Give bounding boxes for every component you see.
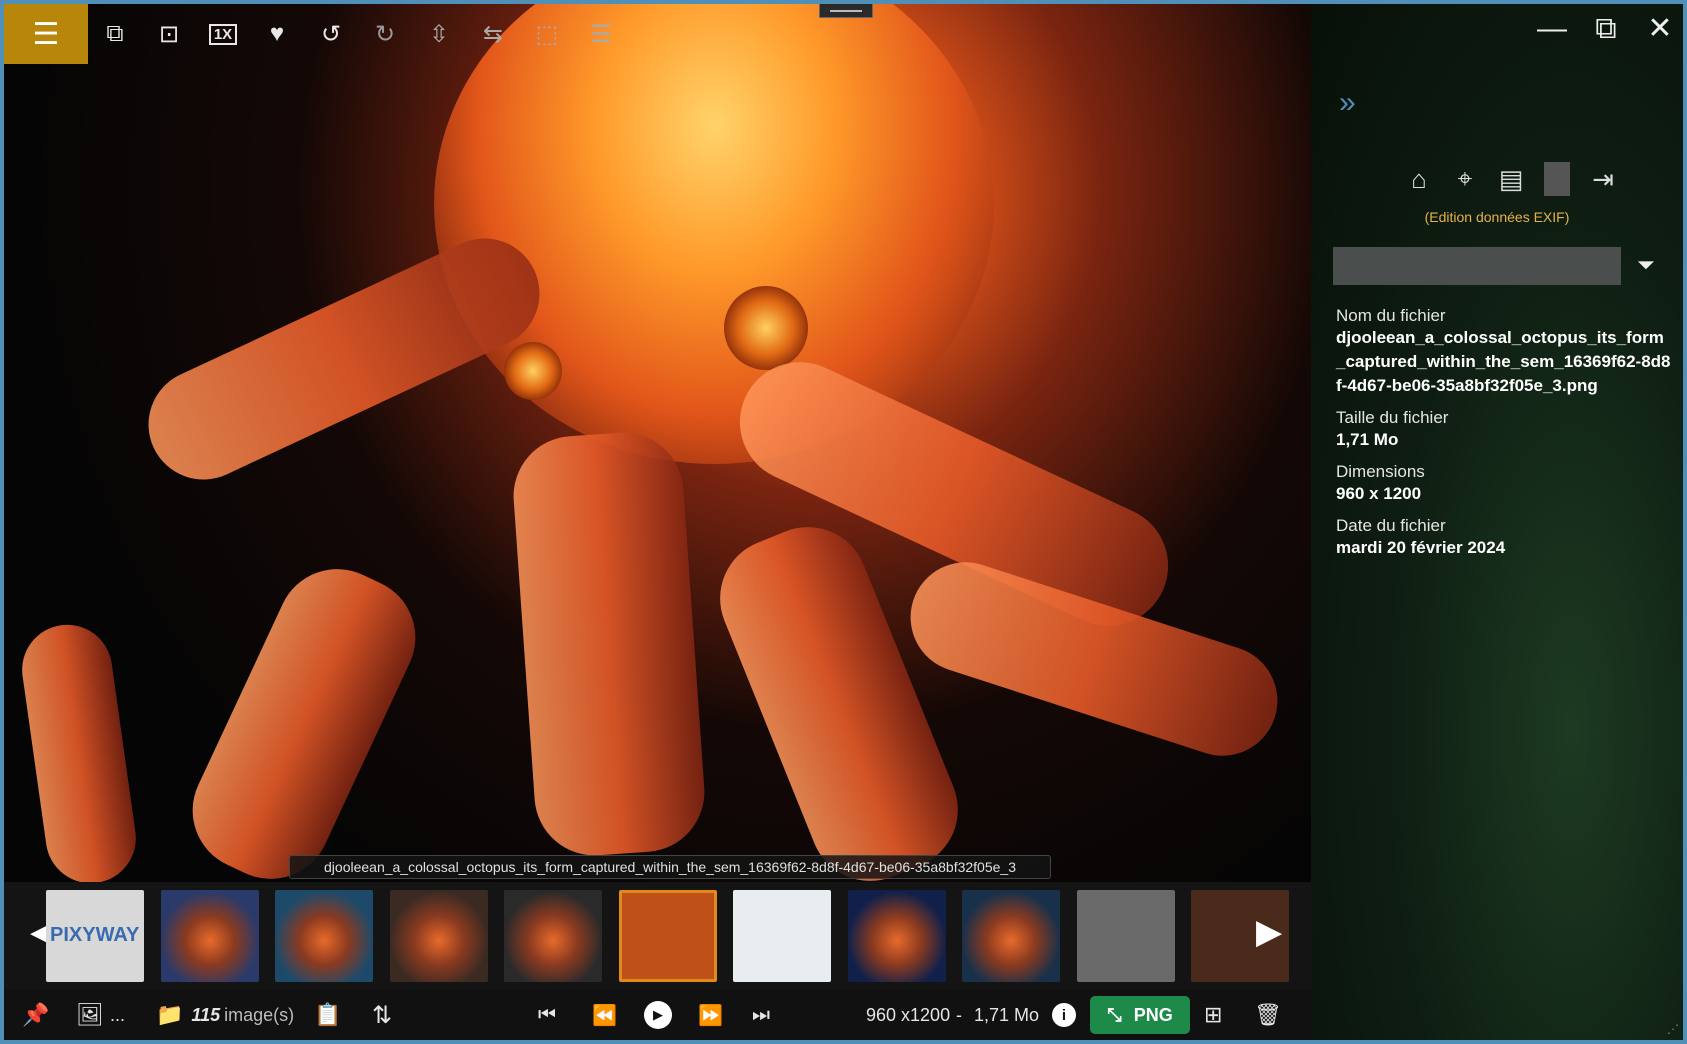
info-panel: — ⧉ ✕ » ⌂ ⌖ ▤ ⇥ (Edition données EXIF) ⏷…: [1311, 4, 1683, 1040]
filesize-value: 1,71 Mo: [1336, 430, 1399, 449]
collapse-panel-icon[interactable]: »: [1339, 86, 1356, 120]
crop-icon[interactable]: ⬚: [520, 4, 574, 64]
dinosaur-thumb[interactable]: [733, 890, 831, 982]
previous-image-icon[interactable]: ⏪: [592, 990, 617, 1040]
flip-vertical-icon[interactable]: ⇳: [412, 4, 466, 64]
delete-icon[interactable]: 🗑: [1254, 990, 1282, 1040]
panel-tools: ⌂ ⌖ ▤ ⇥: [1406, 162, 1616, 196]
rotate-left-icon[interactable]: ↺: [304, 4, 358, 64]
location-pin-icon[interactable]: ⌖: [1452, 163, 1478, 195]
folder-icon: 📁: [156, 1002, 184, 1027]
tentacle: [16, 619, 142, 889]
folder-button[interactable]: 📁 115 image(s): [156, 990, 294, 1040]
octopus-eye-left: [504, 342, 562, 400]
wallpaper-icon[interactable]: ⊞: [1204, 990, 1222, 1040]
fit-screen-icon[interactable]: ⊡: [142, 4, 196, 64]
tentacle: [509, 428, 709, 860]
tentacle: [702, 509, 976, 899]
scroll-right-icon[interactable]: ▶: [1256, 912, 1282, 952]
octopus-globe-thumb-3[interactable]: [389, 890, 488, 982]
dimensions-label: Dimensions: [1336, 462, 1425, 481]
zoom-1x-icon: 1X: [208, 23, 238, 45]
next-image-icon[interactable]: ⏩: [698, 990, 723, 1040]
adjust-icon[interactable]: ☰: [574, 4, 628, 64]
restore-icon[interactable]: ⧉: [1591, 14, 1621, 44]
format-convert-button[interactable]: ⤡ PNG: [1090, 996, 1190, 1034]
resize-grip-icon[interactable]: ⋰: [1667, 1022, 1679, 1036]
minimize-icon[interactable]: —: [1537, 14, 1567, 44]
flip-horizontal-icon[interactable]: ⇆: [466, 4, 520, 64]
octopus-globe-thumb-2[interactable]: [275, 890, 373, 982]
filesize-label: Taille du fichier: [1336, 408, 1449, 427]
clipboard-icon[interactable]: 📋: [314, 990, 341, 1040]
gallery-button[interactable]: 🖼 ...: [76, 990, 125, 1040]
image-size: 1,71 Mo: [974, 1004, 1040, 1025]
window-controls: — ⧉ ✕: [1537, 14, 1675, 44]
close-icon[interactable]: ✕: [1645, 14, 1675, 44]
octopus-eye-right: [724, 286, 808, 370]
thumbnail-strip: ◀ PIXYWAY ▶: [4, 882, 1311, 990]
filedate-value: mardi 20 février 2024: [1336, 538, 1506, 557]
gallery-more: ...: [109, 1004, 125, 1025]
toolbar-grip-handle[interactable]: [819, 4, 873, 18]
thumb-logo-text: PIXYWAY: [50, 924, 140, 946]
clean-brush-icon[interactable]: ⌂: [1406, 164, 1432, 195]
filedate-label: Date du fichier: [1336, 516, 1446, 535]
filename-value: djooleean_a_colossal_octopus_its_form_ca…: [1336, 328, 1671, 395]
octopus-globe-thumb-1[interactable]: [160, 890, 259, 982]
rotate-right-icon[interactable]: ↻: [358, 4, 412, 64]
divider: [1544, 162, 1570, 196]
play-button[interactable]: ▶: [644, 990, 672, 1040]
filter-icon[interactable]: ⏷: [1637, 252, 1655, 278]
status-bar: 📌 🖼 ... 📁 115 image(s) 📋 ⇅ ⏮ ⏪ ▶ ⏩ ⏭ 960…: [4, 990, 1311, 1040]
file-info: Nom du fichier djooleean_a_colossal_octo…: [1336, 306, 1671, 560]
last-image-icon[interactable]: ⏭: [752, 990, 770, 1040]
format-label: PNG: [1133, 1004, 1173, 1025]
image-dimensions: 960 x1200: [866, 1004, 951, 1025]
exif-edit-label: (Edition données EXIF): [1424, 209, 1570, 225]
gallery-icon: 🖼: [76, 1002, 104, 1027]
info-icon: i: [1052, 1003, 1076, 1027]
export-icon[interactable]: ⇥: [1590, 164, 1616, 195]
legs-thumb[interactable]: [1076, 890, 1175, 982]
first-image-icon[interactable]: ⏮: [538, 990, 556, 1040]
metadata-search-input[interactable]: [1333, 247, 1621, 285]
crop-convert-icon: ⤡: [1107, 1004, 1122, 1025]
menu-button[interactable]: ☰: [4, 4, 88, 64]
top-toolbar: ☰ ⧉ ⊡ 1X ♥ ↺ ↻ ⇳ ⇆ ⬚ ☰: [4, 4, 628, 64]
octopus-thumb-selected[interactable]: [618, 890, 717, 982]
octopus-globe-thumb-5[interactable]: [847, 890, 946, 982]
play-icon: ▶: [644, 1001, 672, 1029]
octopus-globe-thumb-4[interactable]: [504, 890, 602, 982]
dimensions-value: 960 x 1200: [1336, 484, 1422, 503]
image-count: 115: [191, 1004, 221, 1025]
zoom-1x-button[interactable]: 1X: [196, 4, 250, 64]
image-count-unit: image(s): [224, 1004, 295, 1025]
menu-icon: ☰: [32, 17, 60, 51]
separator: -: [956, 1004, 962, 1025]
clipboard-icon[interactable]: ▤: [1498, 164, 1524, 195]
filename-caption: djooleean_a_colossal_octopus_its_form_ca…: [289, 855, 1051, 879]
info-button[interactable]: i: [1052, 990, 1076, 1040]
pin-icon[interactable]: 📌: [22, 990, 49, 1040]
image-viewer-window: ☰ ⧉ ⊡ 1X ♥ ↺ ↻ ⇳ ⇆ ⬚ ☰ — ⧉ ✕ » ⌂ ⌖ ▤ ⇥ (…: [0, 0, 1687, 1044]
sort-icon[interactable]: ⇅: [372, 990, 392, 1040]
pixyway-thumb[interactable]: PIXYWAY: [46, 890, 144, 982]
favorite-icon[interactable]: ♥: [250, 4, 304, 64]
slideshow-icon[interactable]: ⧉: [88, 4, 142, 64]
tentacle: [172, 549, 436, 899]
octopus-globe-thumb-6[interactable]: [962, 890, 1060, 982]
filename-label: Nom du fichier: [1336, 306, 1446, 325]
